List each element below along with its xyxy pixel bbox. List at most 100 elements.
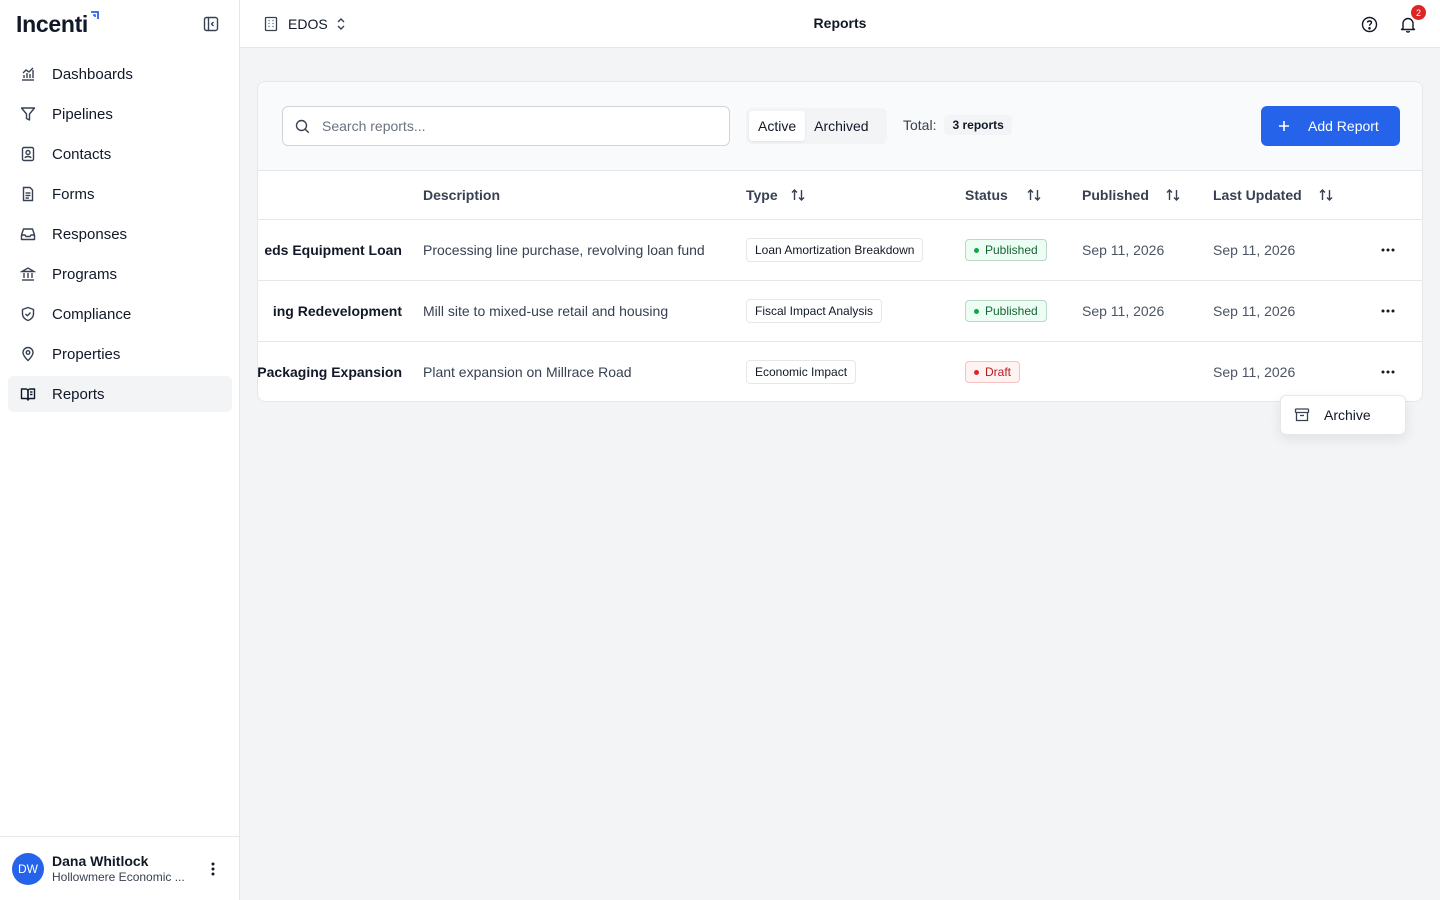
status-label: Published <box>985 243 1038 257</box>
sidebar-item-label: Contacts <box>52 145 112 163</box>
status-dot <box>974 308 979 314</box>
status-label: Published <box>985 304 1038 318</box>
sidebar-item-label: Programs <box>52 265 118 283</box>
sidebar-item-label: Responses <box>52 225 128 243</box>
row-actions-button[interactable] <box>1378 281 1398 341</box>
report-description: Processing line purchase, revolving loan… <box>423 242 705 258</box>
report-status: Published <box>965 281 1047 341</box>
more-horizontal-icon <box>1381 248 1395 252</box>
column-header-description: Description <box>423 187 500 203</box>
app-logo[interactable]: Incenti <box>16 10 99 38</box>
column-header-type[interactable]: Type <box>746 187 806 203</box>
report-status: Published <box>965 220 1047 280</box>
sort-icon[interactable] <box>1318 187 1334 203</box>
status-tabs: Active Archived <box>746 108 887 144</box>
search-icon <box>295 119 310 133</box>
add-report-label: Add Report <box>1308 118 1379 134</box>
archive-menu-item[interactable]: Archive <box>1280 395 1406 435</box>
document-icon <box>20 186 36 202</box>
page-title: Reports <box>813 15 867 31</box>
sort-icon[interactable] <box>1026 187 1042 203</box>
sidebar-item-forms[interactable]: Forms <box>8 176 232 212</box>
sidebar-item-reports[interactable]: Reports <box>8 376 232 412</box>
sidebar-item-dashboards[interactable]: Dashboards <box>8 56 232 92</box>
sidebar-item-properties[interactable]: Properties <box>8 336 232 372</box>
type-tag: Fiscal Impact Analysis <box>746 299 883 323</box>
reports-toolbar: Active Archived Total: 3 reports Add Rep… <box>258 82 1422 171</box>
report-type: Fiscal Impact Analysis <box>746 281 883 341</box>
published-date: Sep 11, 2026 <box>1082 242 1165 258</box>
sidebar-item-label: Compliance <box>52 305 132 323</box>
notification-count-badge: 2 <box>1411 5 1426 20</box>
map-pin-icon <box>20 346 36 362</box>
reports-card: Active Archived Total: 3 reports Add Rep… <box>257 81 1423 402</box>
search-box[interactable] <box>282 106 730 146</box>
sidebar: Incenti Dashboards Pipelines Contacts Fo… <box>0 0 240 900</box>
user-info: Dana Whitlock Hollowmere Economic ... <box>52 853 197 885</box>
search-input[interactable] <box>322 118 702 134</box>
table-row[interactable]: Packaging Expansion Plant expansion on M… <box>258 342 1422 401</box>
sidebar-item-label: Pipelines <box>52 105 113 123</box>
table-header: Description Type Status Published Last U… <box>258 171 1422 220</box>
user-organization: Hollowmere Economic ... <box>52 869 185 884</box>
column-header-status[interactable]: Status <box>965 187 1042 203</box>
add-report-button[interactable]: Add Report <box>1261 106 1400 146</box>
sidebar-item-label: Forms <box>52 185 95 203</box>
last-updated-date: Sep 11, 2026 <box>1213 303 1296 319</box>
help-button[interactable] <box>1359 14 1379 34</box>
column-label: Last Updated <box>1213 187 1302 203</box>
last-updated-date: Sep 11, 2026 <box>1213 364 1296 380</box>
report-type: Economic Impact <box>746 342 857 401</box>
row-actions-button[interactable] <box>1378 342 1398 401</box>
sidebar-item-label: Dashboards <box>52 65 133 83</box>
report-name[interactable]: ing Redevelopment <box>258 281 402 341</box>
inbox-icon <box>20 226 36 242</box>
status-badge: Published <box>965 239 1047 261</box>
tab-archived[interactable]: Archived <box>805 111 877 141</box>
app-name: Incenti <box>16 11 89 37</box>
user-menu-button[interactable] <box>203 859 223 879</box>
table-row[interactable]: ing Redevelopment Mill site to mixed-use… <box>258 281 1422 342</box>
column-header-published[interactable]: Published <box>1082 187 1181 203</box>
user-profile[interactable]: DW Dana Whitlock Hollowmere Economic ... <box>0 836 239 900</box>
bank-icon <box>20 266 36 282</box>
sidebar-item-responses[interactable]: Responses <box>8 216 232 252</box>
sidebar-item-programs[interactable]: Programs <box>8 256 232 292</box>
last-updated-date: Sep 11, 2026 <box>1213 242 1296 258</box>
more-horizontal-icon <box>1381 309 1395 313</box>
user-name: Dana Whitlock <box>52 852 149 869</box>
report-description: Mill site to mixed-use retail and housin… <box>423 303 669 319</box>
tab-active[interactable]: Active <box>749 111 806 141</box>
report-type: Loan Amortization Breakdown <box>746 220 924 280</box>
sidebar-nav: Dashboards Pipelines Contacts Forms Resp… <box>8 56 232 416</box>
column-label: Description <box>423 187 501 203</box>
contact-card-icon <box>20 146 36 162</box>
report-name[interactable]: eds Equipment Loan <box>258 220 402 280</box>
column-label: Type <box>746 187 778 203</box>
total-badge: 3 reports <box>944 115 1012 135</box>
collapse-sidebar-button[interactable] <box>201 14 221 34</box>
sort-icon[interactable] <box>790 187 806 203</box>
sidebar-item-pipelines[interactable]: Pipelines <box>8 96 232 132</box>
more-horizontal-icon <box>1381 370 1395 374</box>
filter-icon <box>20 106 36 122</box>
archive-label: Archive <box>1324 407 1371 423</box>
sort-icon[interactable] <box>1165 187 1181 203</box>
type-tag: Economic Impact <box>746 360 857 384</box>
row-actions-button[interactable] <box>1378 220 1398 280</box>
status-badge: Draft <box>965 361 1021 383</box>
logo-mark-icon <box>91 11 99 19</box>
total-label: Total: <box>903 117 937 133</box>
table-row[interactable]: eds Equipment Loan Processing line purch… <box>258 220 1422 281</box>
help-circle-icon <box>1361 16 1377 32</box>
sidebar-item-compliance[interactable]: Compliance <box>8 296 232 332</box>
report-name[interactable]: Packaging Expansion <box>258 342 402 401</box>
status-dot <box>974 247 979 253</box>
avatar: DW <box>12 852 44 885</box>
sidebar-item-contacts[interactable]: Contacts <box>8 136 232 172</box>
chart-icon <box>20 66 36 82</box>
column-header-last-updated[interactable]: Last Updated <box>1213 187 1334 203</box>
more-vertical-icon <box>211 862 215 876</box>
shield-check-icon <box>20 306 36 322</box>
status-label: Draft <box>985 365 1012 379</box>
